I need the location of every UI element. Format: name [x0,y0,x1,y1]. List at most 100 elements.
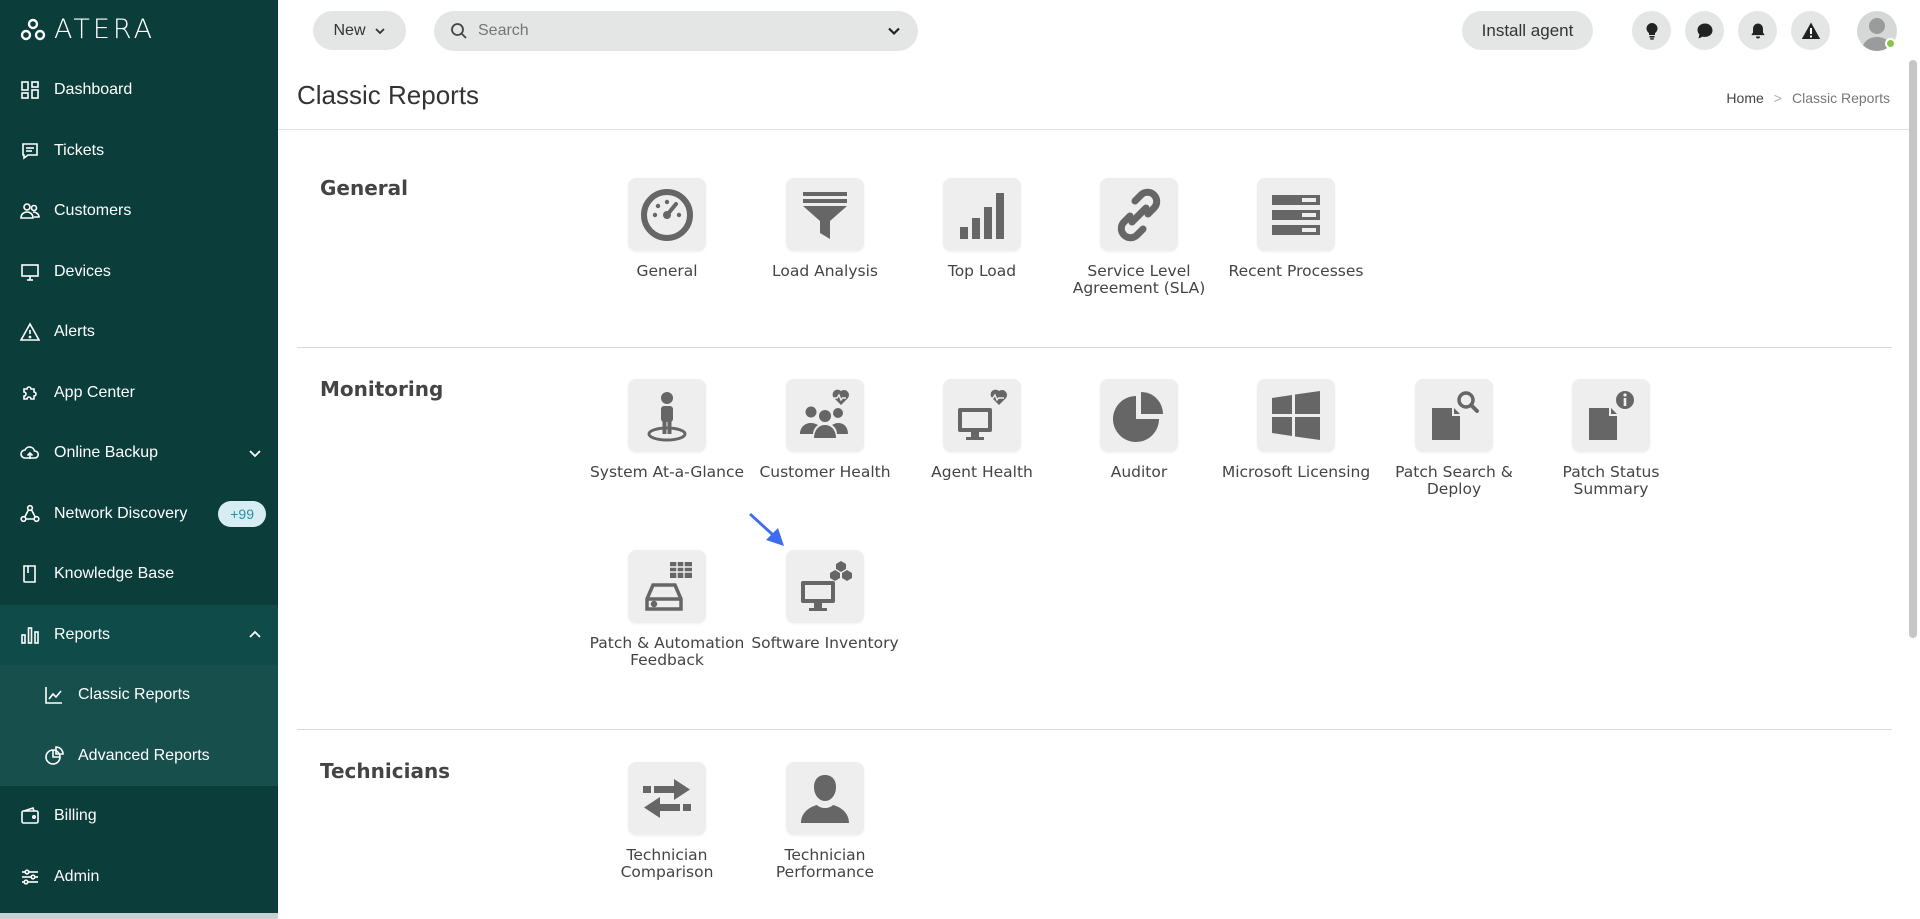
sliders-icon [20,867,40,887]
pointer-arrow-icon [749,513,784,546]
wallet-icon [20,806,40,826]
sidebar-item-dashboard[interactable]: Dashboard [0,60,278,121]
tile-label: General [636,262,698,280]
section-title-general: General [320,176,408,200]
sidebar-item-customers[interactable]: Customers [0,181,278,242]
sidebar-item-label: Knowledge Base [54,565,175,583]
tile-icon-box [943,379,1021,452]
report-tile-microsoft-licensing[interactable]: Microsoft Licensing [1217,379,1375,481]
report-tile-auditor[interactable]: Auditor [1060,379,1218,481]
search-input[interactable] [478,22,858,40]
sidebar-item-tickets[interactable]: Tickets [0,121,278,182]
swap-arrows-icon [643,778,691,818]
ticket-icon [20,141,40,161]
section-title-monitoring: Monitoring [320,377,444,401]
bell-icon [1750,23,1765,38]
sidebar-item-label: Online Backup [54,444,159,462]
header-divider [278,129,1910,130]
sidebar-nav: Dashboard Tickets Customers Devices Aler… [0,60,278,907]
sidebar-item-label: Classic Reports [78,686,191,704]
document-search-icon [1432,390,1479,440]
sidebar-item-label: Network Discovery [54,504,188,522]
report-tile-agent-health[interactable]: Agent Health [903,379,1061,481]
windows-logo-icon [1272,390,1320,440]
chat-button[interactable] [1685,11,1724,50]
report-tile-load-analysis[interactable]: Load Analysis [746,178,904,280]
top-bar: New Install agent [278,0,1920,60]
sidebar-item-online-backup[interactable]: Online Backup [0,423,278,484]
sidebar-item-reports[interactable]: Reports [0,604,278,665]
report-tile-recent-processes[interactable]: Recent Processes [1217,178,1375,280]
brand-name: ATERA [54,14,156,45]
notifications-button[interactable] [1738,11,1777,50]
tile-icon-box [943,178,1021,251]
chevron-down-icon[interactable] [886,23,902,39]
sidebar-item-app-center[interactable]: App Center [0,363,278,424]
tile-label: Auditor [1110,463,1168,481]
tile-icon-box [786,379,864,452]
chevron-up-icon[interactable] [248,628,262,642]
report-tile-system-at-a-glance[interactable]: System At-a-Glance [588,379,746,481]
breadcrumb: Home > Classic Reports [1726,90,1890,106]
install-agent-button[interactable]: Install agent [1462,11,1593,50]
sidebar-item-devices[interactable]: Devices [0,242,278,303]
tips-button[interactable] [1632,11,1671,50]
report-tile-patch-status-summary[interactable]: Patch Status Summary [1532,379,1690,498]
puzzle-icon [20,383,40,403]
sidebar: ATERA Dashboard Tickets Customers Device… [0,0,278,919]
atera-logo[interactable]: ATERA [20,14,155,45]
sidebar-item-classic-reports[interactable]: Classic Reports [0,665,278,726]
sidebar-item-knowledge-base[interactable]: Knowledge Base [0,544,278,605]
report-tile-general[interactable]: General [588,178,746,280]
tile-label: Software Inventory [751,634,899,652]
sidebar-item-network-discovery[interactable]: Network Discovery +99 [0,484,278,545]
tile-icon-box [786,550,864,623]
search-bar[interactable] [434,11,918,51]
sidebar-item-alerts[interactable]: Alerts [0,302,278,363]
report-tile-top-load[interactable]: Top Load [903,178,1061,280]
tile-label: Patch Status Summary [1562,463,1660,498]
breadcrumb-home[interactable]: Home [1726,90,1763,106]
tile-icon-box [786,178,864,251]
report-tile-technician-comparison[interactable]: Technician Comparison [588,762,746,881]
tile-label: Load Analysis [772,262,878,280]
tile-label: Top Load [947,262,1017,280]
monitor-heartbeat-icon [958,389,1007,440]
alerts-button[interactable] [1791,11,1830,50]
page-scrollbar[interactable] [1909,60,1917,638]
sidebar-item-label: Billing [54,807,97,825]
chat-icon [1697,23,1712,38]
online-status-dot [1885,38,1896,49]
bar-chart-icon [20,625,40,645]
alert-icon [20,322,40,342]
tile-icon-box [628,178,706,251]
section-divider [297,729,1892,730]
sidebar-item-label: App Center [54,383,135,401]
new-button[interactable]: New [313,11,406,50]
sidebar-item-label: Reports [54,625,111,643]
line-chart-icon [44,685,64,705]
report-tile-patch-search-deploy[interactable]: Patch Search & Deploy [1375,379,1533,498]
chevron-down-icon[interactable] [248,446,262,460]
sidebar-item-label: Dashboard [54,81,133,99]
tile-icon-box [628,762,706,835]
sidebar-item-billing[interactable]: Billing [0,786,278,847]
new-button-label: New [333,21,366,39]
person-on-target-icon [647,391,687,441]
tile-icon-box [1100,178,1178,251]
section-divider [297,347,1892,348]
tile-label: Patch & Automation Feedback [589,634,745,669]
report-tile-customer-health[interactable]: Customer Health [746,379,904,481]
report-tile-patch-automation-feedback[interactable]: Patch & Automation Feedback [588,550,746,669]
report-tile-technician-performance[interactable]: Technician Performance [746,762,904,881]
tile-label: Agent Health [931,463,1033,481]
search-icon [451,23,467,39]
tile-icon-box [1257,178,1335,251]
report-tile-sla[interactable]: Service Level Agreement (SLA) [1060,178,1218,297]
sidebar-item-admin[interactable]: Admin [0,847,278,908]
tile-icon-box [1572,379,1650,452]
sidebar-item-advanced-reports[interactable]: Advanced Reports [0,725,278,786]
page-title: Classic Reports [297,80,480,110]
sidebar-item-label: Customers [54,202,132,220]
report-tile-software-inventory[interactable]: Software Inventory [746,550,904,652]
